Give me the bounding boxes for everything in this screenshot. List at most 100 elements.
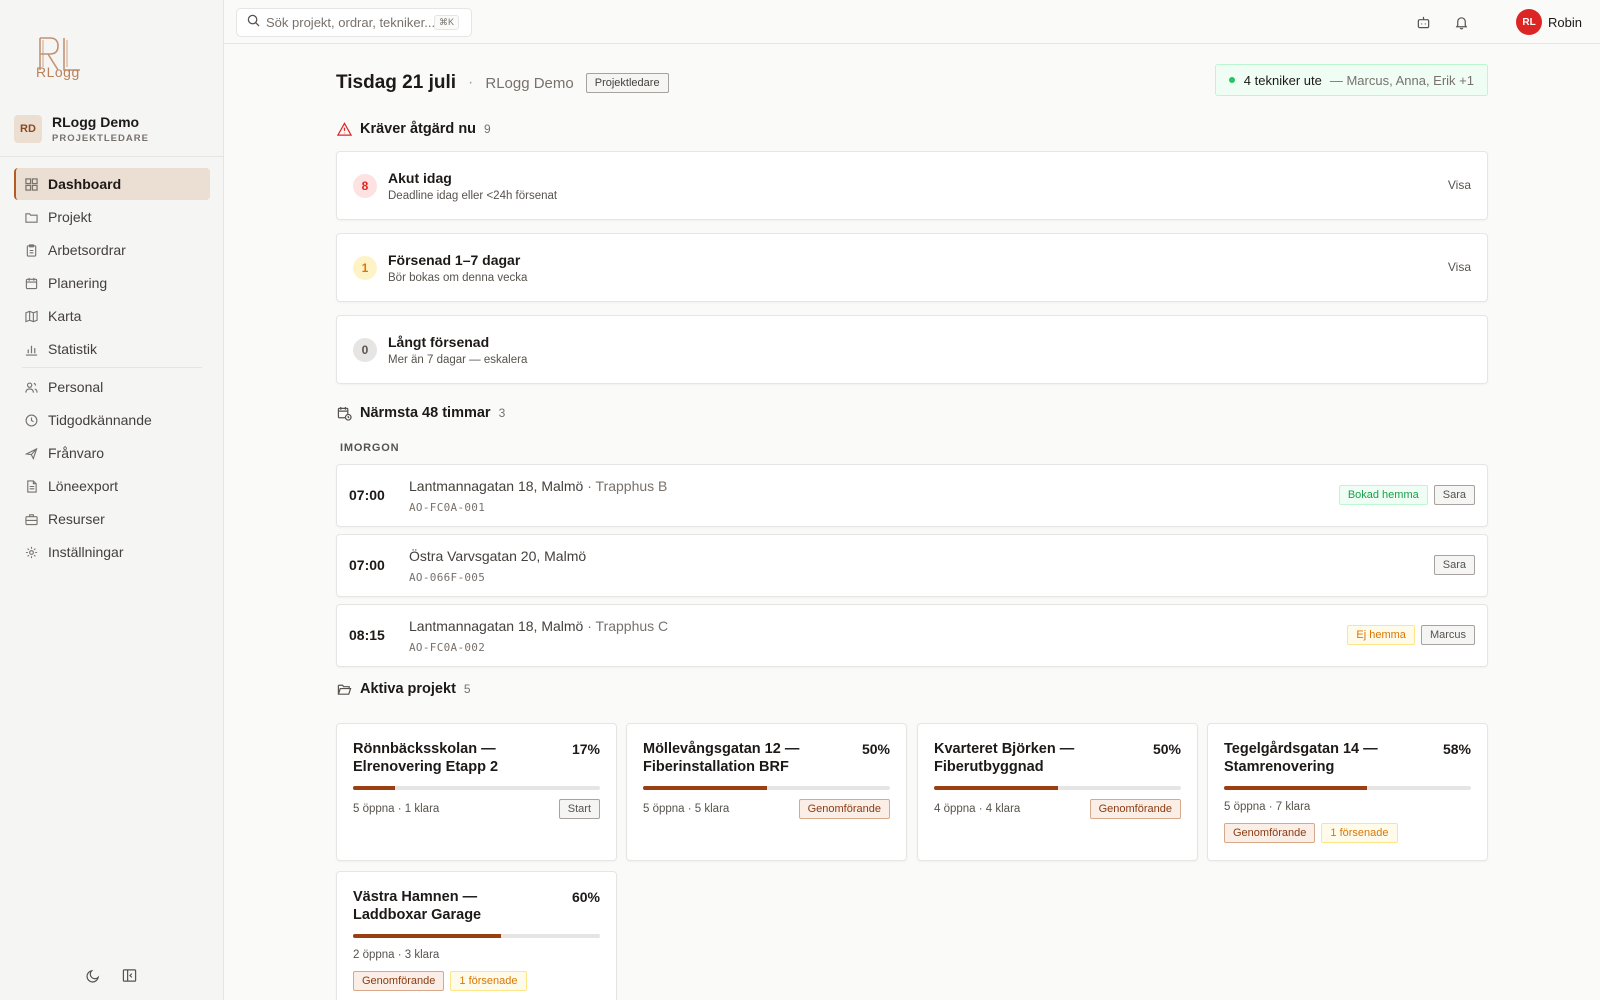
show-button[interactable]: Visa (1448, 260, 1471, 274)
project-title: Tegelgårdsgatan 14 — Stamrenovering (1224, 741, 1378, 775)
section-title-projects: Aktiva projekt 5 (336, 681, 471, 697)
day-label: IMORGON (340, 442, 400, 454)
alert-card-long-delayed[interactable]: 0 Långt försenad Mer än 7 dagar — eskale… (336, 315, 1488, 384)
technicians-names: — Marcus, Anna, Erik +1 (1329, 72, 1474, 88)
sidebar: RLogg RD RLogg Demo PROJEKTLEDARE Dashbo… (0, 0, 224, 1000)
alert-card-urgent[interactable]: 8 Akut idag Deadline idag eller <24h för… (336, 151, 1488, 220)
status-badge: Ej hemma (1347, 625, 1415, 645)
project-percent: 50% (1152, 741, 1181, 757)
job-address: Lantmannagatan 18, Malmö (409, 618, 584, 634)
section-count: 3 (498, 406, 506, 420)
sidebar-nav: Dashboard Projekt Arbetsordrar Planering… (14, 168, 210, 569)
alert-card-delayed[interactable]: 1 Försenad 1–7 dagar Bör bokas om denna … (336, 233, 1488, 302)
section-title-text: Närmsta 48 timmar (360, 405, 491, 421)
plane-icon (24, 446, 38, 460)
sidebar-item-label: Arbetsordrar (48, 242, 126, 258)
project-card[interactable]: Västra Hamnen — Laddboxar Garage 60% 2 ö… (336, 871, 617, 1000)
sidebar-item-arbetsordrar[interactable]: Arbetsordrar (14, 234, 210, 266)
calendar-clock-icon (336, 405, 352, 421)
sidebar-item-statistik[interactable]: Statistik (14, 333, 210, 365)
job-address: Lantmannagatan 18, Malmö (409, 478, 584, 494)
section-title-alerts: Kräver åtgärd nu 9 (336, 121, 491, 137)
page-title: Tisdag 21 juli (336, 72, 457, 93)
alert-subtitle: Deadline idag eller <24h försenat (388, 189, 558, 202)
sidebar-item-projekt[interactable]: Projekt (14, 201, 210, 233)
job-row[interactable]: 08:15 Lantmannagatan 18, Malmö · Trapphu… (336, 604, 1488, 667)
collapse-sidebar-icon[interactable] (120, 966, 138, 984)
job-code: AO-066F-005 (409, 571, 486, 584)
project-title: Västra Hamnen — Laddboxar Garage (353, 889, 482, 923)
file-icon (24, 479, 38, 493)
user-menu[interactable]: RL Robin (1516, 9, 1582, 35)
sidebar-item-tidgodkannande[interactable]: Tidgodkännande (14, 404, 210, 436)
progress-bar (643, 786, 890, 790)
org-switcher[interactable]: RD RLogg Demo PROJEKTLEDARE (14, 112, 210, 146)
sidebar-item-karta[interactable]: Karta (14, 300, 210, 332)
project-card[interactable]: Kvarteret Björken — Fiberutbyggnad 50% 4… (917, 723, 1198, 861)
top-bar: ⌘K RL Robin (224, 0, 1600, 44)
section-count: 9 (484, 122, 491, 136)
project-percent: 58% (1442, 741, 1471, 757)
project-title: Möllevångsgatan 12 — Fiberinstallation B… (643, 741, 800, 775)
job-row[interactable]: 07:00 Lantmannagatan 18, Malmö · Trapphu… (336, 464, 1488, 527)
sidebar-item-resurser[interactable]: Resurser (14, 503, 210, 535)
job-row[interactable]: 07:00 Östra Varvsgatan 20, Malmö AO-066F… (336, 534, 1488, 597)
folder-icon (24, 210, 38, 224)
technicians-status[interactable]: 4 tekniker ute — Marcus, Anna, Erik +1 (1214, 64, 1488, 96)
bell-icon[interactable] (1452, 13, 1470, 31)
alert-title: Långt försenad (388, 333, 490, 350)
sidebar-item-label: Tidgodkännande (48, 412, 152, 428)
divider (22, 367, 202, 368)
project-card[interactable]: Tegelgårdsgatan 14 — Stamrenovering 58% … (1207, 723, 1488, 861)
clock-icon (24, 413, 38, 427)
section-title-text: Aktiva projekt (360, 681, 456, 697)
delayed-badge: 1 försenade (1321, 823, 1398, 843)
progress-fill (643, 786, 767, 790)
sidebar-item-label: Projekt (48, 209, 92, 225)
sidebar-item-franvaro[interactable]: Frånvaro (14, 437, 210, 469)
search-box[interactable]: ⌘K (236, 8, 472, 37)
keyboard-shortcut: ⌘K (434, 15, 460, 30)
divider (0, 156, 224, 157)
job-time: 07:00 (349, 557, 385, 573)
alert-subtitle: Bör bokas om denna vecka (388, 271, 528, 284)
sidebar-footer (84, 966, 138, 984)
section-count: 5 (463, 682, 471, 696)
job-code: AO-FC0A-002 (409, 641, 486, 654)
users-icon (24, 380, 38, 394)
org-name: RLogg Demo (52, 114, 140, 130)
job-address: Östra Varvsgatan 20, Malmö (409, 548, 587, 564)
progress-bar (1224, 786, 1471, 790)
job-time: 08:15 (349, 627, 385, 643)
search-input[interactable] (266, 15, 434, 30)
technician-badge: Sara (1433, 485, 1475, 505)
sidebar-item-label: Resurser (48, 511, 105, 527)
sidebar-item-personal[interactable]: Personal (14, 371, 210, 403)
project-card[interactable]: Möllevångsgatan 12 — Fiberinstallation B… (626, 723, 907, 861)
delayed-badge: 1 försenade (450, 971, 527, 991)
job-code: AO-FC0A-001 (409, 501, 486, 514)
phase-badge: Start (558, 799, 600, 819)
sidebar-item-loneexport[interactable]: Löneexport (14, 470, 210, 502)
project-percent: 50% (861, 741, 890, 757)
bot-icon[interactable] (1414, 13, 1432, 31)
alert-title: Akut idag (388, 169, 452, 186)
calendar-icon (24, 276, 38, 290)
alert-count: 0 (353, 337, 377, 362)
progress-fill (353, 786, 395, 790)
sidebar-item-installningar[interactable]: Inställningar (14, 536, 210, 568)
sidebar-item-label: Dashboard (48, 176, 122, 192)
show-button[interactable]: Visa (1448, 178, 1471, 192)
project-card[interactable]: Rönnbäcksskolan — Elrenovering Etapp 2 1… (336, 723, 617, 861)
moon-icon[interactable] (84, 966, 102, 984)
job-location-detail: · Trapphus B (583, 478, 668, 494)
bar-chart-icon (24, 342, 38, 356)
technicians-count: 4 tekniker ute (1243, 72, 1322, 88)
briefcase-icon (24, 512, 38, 526)
progress-bar (353, 934, 600, 938)
sidebar-item-planering[interactable]: Planering (14, 267, 210, 299)
project-stats: 5 öppna · 7 klara (1224, 801, 1311, 813)
sidebar-item-dashboard[interactable]: Dashboard (14, 168, 210, 200)
gear-icon (24, 545, 38, 559)
project-stats: 2 öppna · 3 klara (353, 949, 440, 961)
